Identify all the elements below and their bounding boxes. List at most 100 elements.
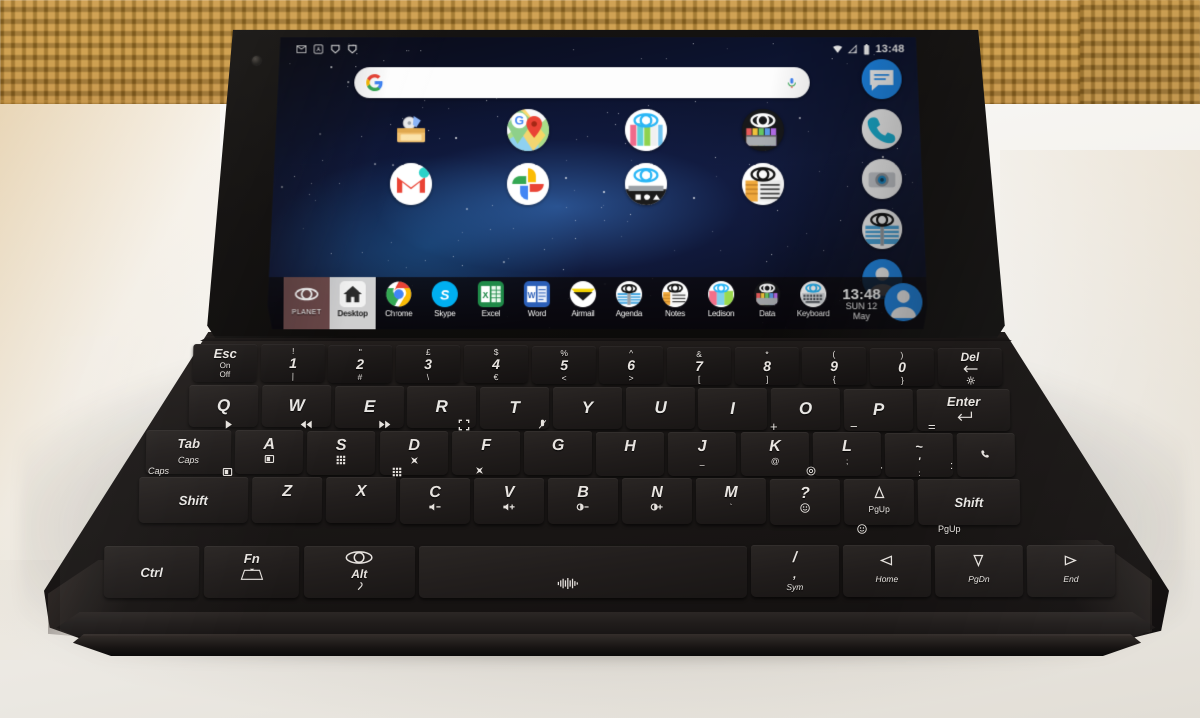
key-v[interactable]: V <box>473 477 545 524</box>
planet-notes-app-icon[interactable] <box>742 163 784 205</box>
taskbar-item-agenda[interactable]: Agenda <box>606 277 652 329</box>
key-shiftr[interactable]: Shift <box>918 479 1021 525</box>
planet-agenda-app-icon[interactable] <box>625 109 667 151</box>
key-f[interactable]: F <box>451 431 521 476</box>
key-legend-main: Ctrl <box>140 564 163 580</box>
microphone-icon[interactable] <box>786 75 798 91</box>
arrow-up-icon <box>872 485 887 500</box>
grid-icon <box>336 454 346 464</box>
key-tab[interactable]: Tab Caps <box>145 430 232 474</box>
key-legend-main: C <box>429 483 441 501</box>
key-j[interactable]: J _ <box>668 431 737 476</box>
toolbox-app-icon[interactable] <box>390 109 432 151</box>
key-enter[interactable]: Enter <box>916 389 1011 431</box>
key-l[interactable]: L ; <box>812 432 882 477</box>
taskbar-item-planet[interactable]: PLANET <box>283 277 329 329</box>
key-3[interactable]: £ 3 \ <box>395 345 461 384</box>
key-d[interactable]: D <box>379 430 448 475</box>
key-apos[interactable]: ~ ' : <box>884 432 954 478</box>
key-alt[interactable]: Alt <box>303 545 415 598</box>
key-up[interactable]: PgUp <box>843 478 915 525</box>
key-esc[interactable]: Esc On Off <box>192 344 258 382</box>
enter-icon <box>954 410 972 423</box>
taskbar-item-keyboard[interactable]: Keyboard <box>790 277 836 329</box>
key-2[interactable]: " 2 # <box>328 344 393 383</box>
key-u[interactable]: U <box>625 387 695 430</box>
taskbar-label: Desktop <box>337 309 368 319</box>
google-maps-app-icon[interactable]: G <box>507 109 549 151</box>
key-y[interactable]: Y <box>552 387 622 429</box>
key-w[interactable]: W <box>261 385 332 428</box>
planet-data-app-icon[interactable] <box>742 109 784 151</box>
key-del[interactable]: Del <box>937 348 1003 386</box>
google-search-bar[interactable] <box>354 67 810 98</box>
messages-app-icon[interactable] <box>862 59 902 99</box>
taskbar-item-airmail[interactable]: Airmail <box>560 277 606 329</box>
key-ctrl[interactable]: Ctrl <box>103 546 200 598</box>
key-r[interactable]: R <box>407 386 477 429</box>
key-z[interactable]: Z <box>251 477 322 524</box>
key-8[interactable]: * 8 ] <box>734 346 800 385</box>
key-s[interactable]: S <box>307 430 376 475</box>
key-4[interactable]: $ 4 € <box>463 345 529 384</box>
gmail-app-icon[interactable] <box>390 163 432 205</box>
key-question[interactable]: ? <box>769 478 841 525</box>
key-legend-main: N <box>651 484 663 502</box>
key-legend-main: M <box>724 484 738 502</box>
key-down[interactable]: PgDn <box>934 545 1024 598</box>
key-legend-main: ? <box>800 484 811 502</box>
key-h[interactable]: H <box>596 431 665 476</box>
google-photos-app-icon[interactable] <box>507 163 549 205</box>
taskbar-clock[interactable]: 13:48 SUN 12 May <box>842 277 881 329</box>
taskbar-item-chrome[interactable]: Chrome <box>376 277 422 329</box>
key-p[interactable]: P <box>843 388 914 431</box>
android-screen[interactable]: A 13:48 G PLANET Desktop Chrome S Skype … <box>267 37 927 329</box>
key-t[interactable]: T <box>479 386 550 429</box>
key-o[interactable]: O <box>770 388 841 431</box>
key-0[interactable]: ) 0 } <box>869 347 935 386</box>
key-shiftl[interactable]: Shift <box>138 477 248 523</box>
key-c[interactable]: C <box>399 477 471 524</box>
key-a[interactable]: A <box>234 430 304 475</box>
key-legend-main: Alt <box>350 566 367 581</box>
user-avatar-icon[interactable] <box>885 283 923 321</box>
key-legend-main: 2 <box>356 355 365 372</box>
key-5[interactable]: % 5 < <box>531 345 596 384</box>
key-n[interactable]: N <box>621 478 693 525</box>
key-fn[interactable]: Fn <box>203 545 300 598</box>
key-b[interactable]: B <box>547 478 619 524</box>
download-icon <box>347 44 357 54</box>
key-legend-main: W <box>288 396 305 416</box>
key-k[interactable]: K @ <box>740 432 809 477</box>
key-7[interactable]: & 7 [ <box>666 346 732 385</box>
key-6[interactable]: ^ 6 > <box>599 346 664 385</box>
key-g[interactable]: G <box>523 431 593 476</box>
taskbar-item-desktop[interactable]: Desktop <box>330 277 376 329</box>
key-space[interactable] <box>418 545 747 598</box>
key-m[interactable]: M ` <box>695 478 767 525</box>
key-sym[interactable]: /, Sym <box>750 545 839 598</box>
taskbar-item-word[interactable]: W Word <box>514 277 560 329</box>
key-call[interactable] <box>956 433 1016 477</box>
taskbar-item-ledison[interactable]: Ledison <box>698 277 744 329</box>
key-x[interactable]: X <box>325 477 396 524</box>
taskbar-item-data[interactable]: Data <box>744 277 790 329</box>
taskbar-item-notes[interactable]: Notes <box>652 277 698 329</box>
planet-media-app-icon[interactable] <box>625 163 667 205</box>
key-e[interactable]: E <box>334 385 404 428</box>
key-i[interactable]: I <box>698 387 768 430</box>
camera-app-icon[interactable] <box>862 159 902 199</box>
key-legend-bottom: PgUp <box>868 503 891 514</box>
key-q[interactable]: Q <box>188 385 259 427</box>
brightness-down-icon <box>576 502 590 512</box>
taskbar-item-excel[interactable]: X Excel <box>468 277 514 329</box>
key-9[interactable]: ( 9 { <box>802 347 867 386</box>
key-legend-main: X <box>355 483 367 501</box>
key-left[interactable]: Home <box>842 545 931 598</box>
phone-app-icon[interactable] <box>862 109 902 149</box>
planet-agenda-app-icon[interactable] <box>862 209 902 249</box>
key-1[interactable]: ! 1 | <box>260 344 326 383</box>
taskbar-item-skype[interactable]: S Skype <box>422 277 468 329</box>
key-legend-bottom: ; <box>845 456 849 467</box>
key-right[interactable]: End <box>1026 545 1116 597</box>
